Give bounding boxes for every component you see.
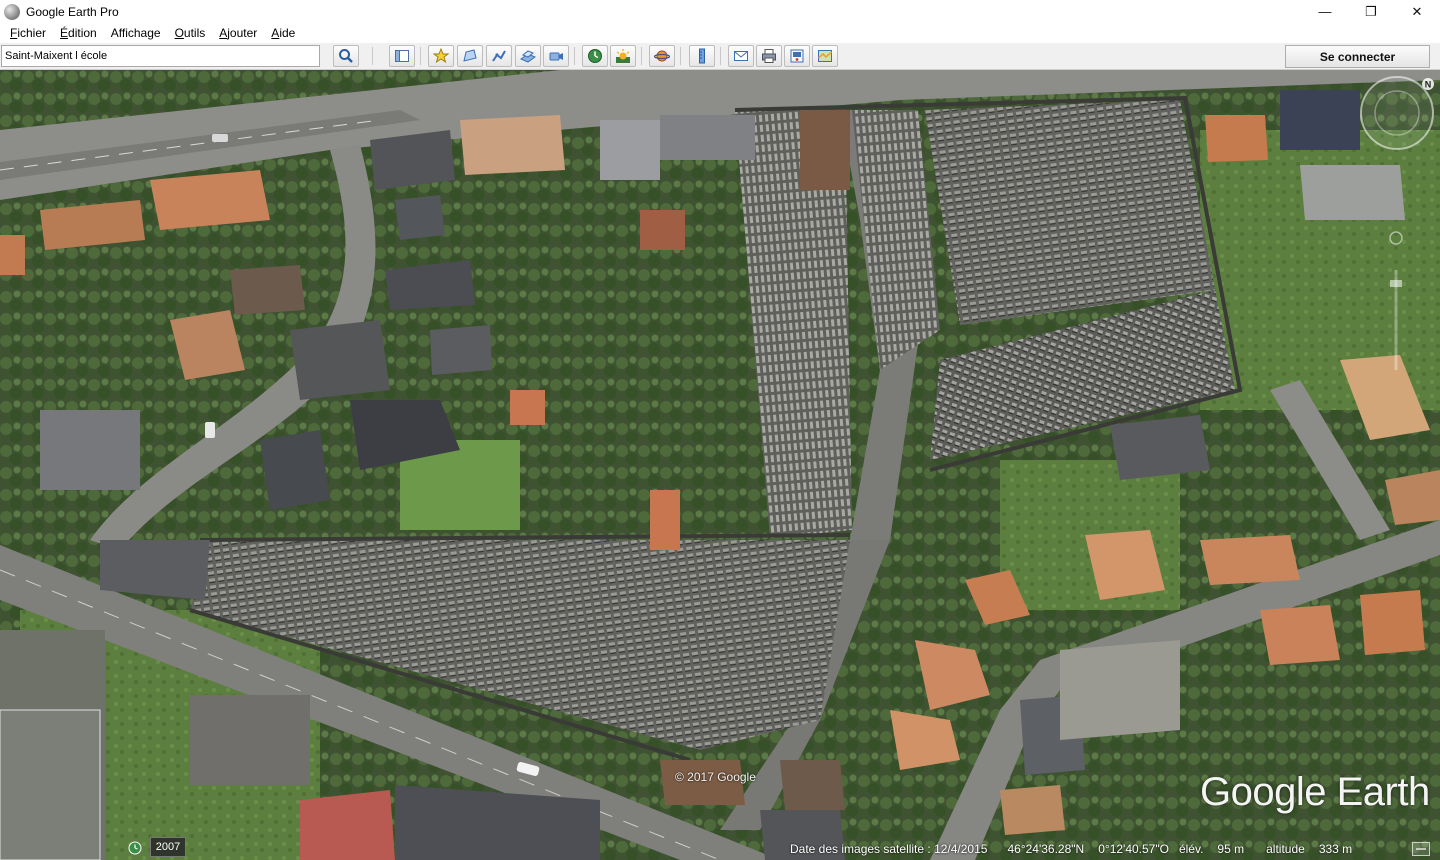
sidebar-toggle-icon <box>395 50 409 62</box>
search-icon <box>339 49 353 63</box>
longitude: 0°12'40.57"O <box>1098 842 1169 856</box>
menu-label: ichier <box>17 26 47 40</box>
toolbar-separator <box>420 47 421 65</box>
add-image-overlay-button[interactable] <box>515 45 541 67</box>
altitude-value: 333 m <box>1318 842 1353 856</box>
status-bar-grip-icon[interactable] <box>1412 842 1430 856</box>
minimize-button[interactable]: — <box>1302 0 1348 23</box>
search-button[interactable] <box>333 45 359 67</box>
add-placemark-button[interactable] <box>428 45 454 67</box>
add-polygon-icon <box>463 49 477 62</box>
menu-label: jouter <box>227 26 258 40</box>
toolbar: Se connecter <box>0 43 1440 70</box>
print-button[interactable] <box>756 45 782 67</box>
toolbar-separator <box>641 47 642 65</box>
menu-label: utils <box>183 26 206 40</box>
compass-control[interactable]: N <box>1358 74 1436 152</box>
sidebar-toggle-button[interactable] <box>389 45 415 67</box>
menu-bar: Fichier Édition Affichage Outils Ajouter… <box>0 23 1440 43</box>
record-tour-button[interactable] <box>543 45 569 67</box>
ruler-icon <box>699 48 705 64</box>
elevation-value: 95 m <box>1217 842 1245 856</box>
email-button[interactable] <box>728 45 754 67</box>
sunlight-icon <box>616 49 630 63</box>
toolbar-separator <box>574 47 575 65</box>
email-icon <box>734 51 748 61</box>
historical-imagery-clock-icon[interactable] <box>128 841 142 855</box>
menu-label: ide <box>279 26 296 40</box>
menu-ajouter[interactable]: Ajouter <box>212 26 264 40</box>
zoom-slider[interactable] <box>1386 230 1406 380</box>
imagery-date: Date des images satellite : 12/4/2015 <box>790 842 988 856</box>
save-image-button[interactable] <box>784 45 810 67</box>
altitude-label: altitude <box>1266 842 1305 856</box>
save-image-icon <box>790 49 804 63</box>
imagery-year-badge[interactable]: 2007 <box>150 837 186 857</box>
add-path-button[interactable] <box>486 45 512 67</box>
close-button[interactable]: ✕ <box>1394 0 1440 23</box>
menu-label: dition <box>68 26 97 40</box>
add-polygon-button[interactable] <box>457 45 483 67</box>
google-earth-watermark: Google Earth <box>1200 770 1430 814</box>
menu-outils[interactable]: Outils <box>168 26 213 40</box>
record-tour-icon <box>549 52 563 61</box>
add-image-overlay-icon <box>520 50 536 63</box>
restore-button[interactable]: ❐ <box>1348 0 1394 23</box>
latitude: 46°24'36.28"N <box>1007 842 1085 856</box>
window-controls: — ❐ ✕ <box>1302 0 1440 23</box>
map-viewport[interactable]: N © 2017 Google Google Earth 2007 Date d… <box>0 70 1440 860</box>
status-bar: Date des images satellite : 12/4/2015 46… <box>790 838 1440 860</box>
add-placemark-icon <box>433 48 449 64</box>
compass-north-label: N <box>1425 80 1432 90</box>
menu-mnemonic: O <box>174 26 184 40</box>
toolbar-separator <box>720 47 721 65</box>
elevation-label: élév. <box>1178 842 1204 856</box>
print-icon <box>762 49 776 63</box>
menu-mnemonic: É <box>60 26 69 40</box>
search-input[interactable] <box>1 45 320 67</box>
sunlight-button[interactable] <box>610 45 636 67</box>
zoom-thumb[interactable] <box>1390 280 1402 287</box>
add-path-icon <box>492 50 506 62</box>
menu-affichage[interactable]: Affichage <box>104 26 168 40</box>
historical-imagery-button[interactable] <box>582 45 608 67</box>
title-bar: Google Earth Pro — ❐ ✕ <box>0 0 1440 23</box>
google-earth-app-icon <box>4 3 20 20</box>
planets-button[interactable] <box>649 45 675 67</box>
historical-imagery-icon <box>588 49 602 63</box>
planets-icon <box>654 50 670 62</box>
ruler-button[interactable] <box>689 45 715 67</box>
google-earth-window: Google Earth Pro — ❐ ✕ Fichier Édition A… <box>0 0 1440 860</box>
toolbar-separator <box>372 47 373 65</box>
view-in-maps-button[interactable] <box>812 45 838 67</box>
menu-fichier[interactable]: Fichier <box>3 26 53 40</box>
menu-edition[interactable]: Édition <box>53 26 104 40</box>
sign-in-button[interactable]: Se connecter <box>1285 45 1430 68</box>
copyright-text: © 2017 Google <box>675 770 756 784</box>
satellite-imagery <box>0 70 1440 860</box>
toolbar-separator <box>680 47 681 65</box>
view-in-maps-icon <box>817 50 833 62</box>
menu-aide[interactable]: Aide <box>264 26 302 40</box>
window-title: Google Earth Pro <box>26 4 119 19</box>
menu-label: Affichage <box>110 26 161 40</box>
